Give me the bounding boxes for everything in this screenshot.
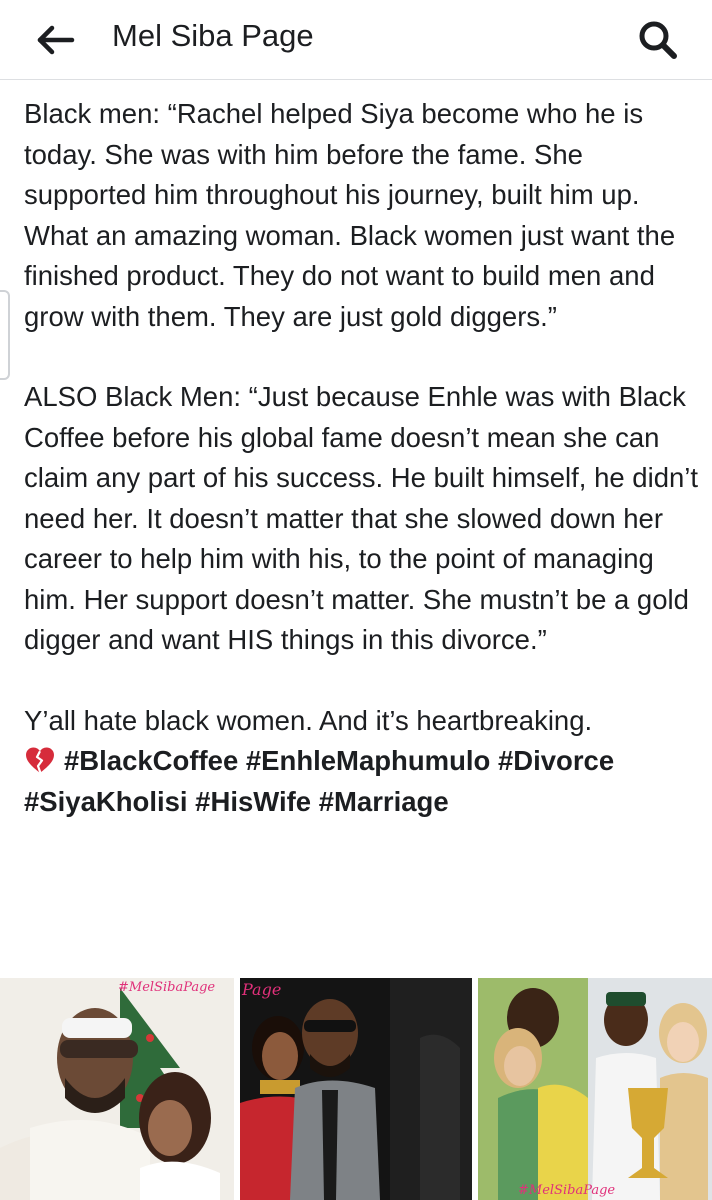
search-icon <box>639 21 677 59</box>
arrow-left-icon <box>37 25 75 55</box>
page-title: Mel Siba Page <box>112 18 314 53</box>
post-paragraph-2: ALSO Black Men: “Just because Enhle was … <box>24 381 699 655</box>
back-button[interactable] <box>34 18 78 62</box>
photo-watermark: #MelSibaPage <box>118 980 216 995</box>
broken-heart-icon <box>26 747 54 774</box>
post-closing: Y’all hate black women. And it’s heartbr… <box>24 701 700 823</box>
app-header: Mel Siba Page <box>0 0 712 80</box>
scroll-handle[interactable] <box>0 290 10 380</box>
post-body: Black men: “Rachel helped Siya become wh… <box>24 94 700 822</box>
photo-watermark: Page <box>242 980 282 999</box>
photo-collage[interactable]: #MelSibaPage Page #MelSibaPage <box>0 978 712 1200</box>
photo-watermark: #MelSibaPage <box>518 1183 616 1198</box>
photo-couple-event[interactable]: Page <box>240 978 472 1200</box>
search-button[interactable] <box>632 14 684 66</box>
hashtags-line-2[interactable]: #SiyaKholisi #HisWife #Marriage <box>24 786 449 817</box>
photo-couple-trophy[interactable]: #MelSibaPage <box>478 978 712 1200</box>
hashtags-line-1[interactable]: #BlackCoffee #EnhleMaphumulo #Divorce <box>64 745 614 776</box>
photo-couple-christmas[interactable]: #MelSibaPage <box>0 978 234 1200</box>
closing-line: Y’all hate black women. And it’s heartbr… <box>24 704 593 736</box>
post-paragraph-1: Black men: “Rachel helped Siya become wh… <box>24 98 676 332</box>
